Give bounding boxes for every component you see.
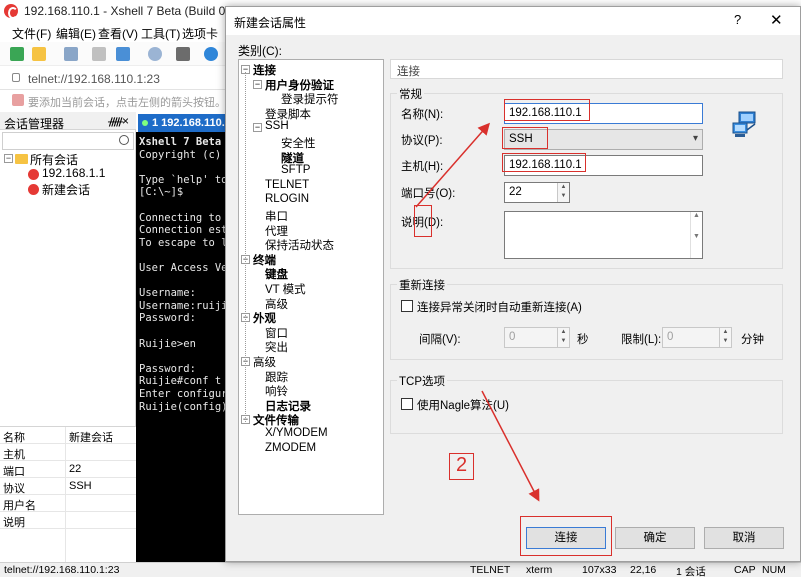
menu-edit[interactable]: 编辑(E) — [56, 25, 96, 42]
terminal-output[interactable]: Xshell 7 Beta (Copyright (c) 2 Type `help… — [136, 132, 231, 562]
terminal-line: Xshell 7 Beta ( — [139, 136, 231, 148]
lock-icon — [12, 73, 20, 82]
toolbar — [0, 42, 230, 66]
status-size: 107x33 — [582, 564, 617, 576]
prop-key: 名称 — [3, 432, 25, 444]
prop-key: 主机 — [3, 449, 25, 461]
session-manager-header: 会话管理器 ᚏ × — [0, 112, 136, 131]
globe-icon[interactable] — [204, 47, 218, 61]
status-position: 22,16 — [630, 564, 657, 576]
status-sessions: 1 会话 — [676, 566, 706, 577]
table-row: 名称 新建会话 — [0, 427, 136, 444]
prop-value: 22 — [69, 463, 82, 475]
terminal-line: Password: — [139, 362, 196, 375]
table-row: 主机 — [0, 444, 136, 461]
session-manager-title: 会话管理器 — [4, 117, 65, 131]
address-bar[interactable]: telnet://192.168.110.1:23 — [0, 66, 230, 90]
status-bar: telnet://192.168.110.1:23 TELNET xterm 1… — [0, 562, 801, 577]
terminal-tab-label: 1 192.168.110.1 — [152, 117, 231, 129]
menu-view[interactable]: 查看(V) — [98, 25, 138, 42]
table-row: 说明 — [0, 512, 136, 529]
terminal-line: Type `help' to — [139, 173, 228, 186]
hint-bar: 要添加当前会话，点击左侧的箭头按钮。 — [0, 90, 230, 110]
bookmark-icon[interactable] — [12, 94, 24, 106]
app-title: 192.168.110.1 - Xshell 7 Beta (Build 004… — [24, 4, 250, 18]
terminal-line: Ruijie#conf t — [139, 375, 222, 388]
new-session-dialog: 新建会话属性 ? ✕ 类别(C): − 连接 − 用户身份验证 登录提示符 登录脚本 − SS… — [225, 6, 801, 562]
session-search-input[interactable] — [2, 132, 134, 150]
prop-key: 端口 — [3, 466, 25, 478]
xshell-logo-icon — [4, 4, 18, 19]
terminal-line: [C:\~]$ — [139, 186, 184, 199]
copy-icon[interactable] — [92, 47, 106, 61]
menubar: 文件(F) 编辑(E) 查看(V) 工具(T) 选项卡(B) — [0, 22, 230, 56]
annotation-arrows — [415, 122, 540, 502]
address-text: telnet://192.168.110.1:23 — [28, 72, 160, 86]
new-session-icon[interactable] — [10, 47, 24, 61]
prop-value: 新建会话 — [69, 432, 113, 444]
search-icon — [119, 135, 129, 145]
status-address: telnet://192.168.110.1:23 — [4, 564, 120, 576]
table-row: 用户名 — [0, 495, 136, 512]
terminal-line: Enter configura — [139, 388, 231, 400]
status-protocol: TELNET — [470, 564, 511, 576]
terminal-line: Username: — [139, 287, 196, 300]
tree-item-session[interactable]: 192.168.1.1 — [42, 166, 105, 180]
hint-text: 要添加当前会话，点击左侧的箭头按钮。 — [28, 97, 226, 109]
terminal-line: Ruijie(config)# — [139, 400, 231, 413]
terminal-line: Copyright (c) 2 — [139, 148, 231, 161]
status-num: NUM — [762, 564, 786, 576]
properties-table: 名称 新建会话 主机 端口 22 协议 SSH 用户名 说明 — [0, 426, 136, 563]
terminal-line: Password: — [139, 312, 196, 325]
terminal-line: To escape to lo — [139, 236, 231, 249]
tree-item-session[interactable]: 新建会话 — [42, 181, 90, 198]
menu-tools[interactable]: 工具(T) — [141, 25, 180, 42]
terminal-line: User Access Ver — [139, 262, 231, 274]
prop-key: 协议 — [3, 483, 25, 495]
prop-value: SSH — [69, 480, 92, 492]
properties-icon[interactable] — [116, 47, 130, 61]
terminal-line: Username:ruijie — [139, 299, 231, 312]
status-dot-icon — [142, 120, 148, 126]
terminal-line: Ruijie>en — [139, 337, 196, 350]
prop-key: 用户名 — [3, 500, 36, 512]
link-icon[interactable] — [64, 47, 78, 61]
status-term: xterm — [526, 564, 553, 576]
prop-key: 说明 — [3, 517, 25, 529]
folder-icon — [15, 154, 28, 164]
close-icon[interactable]: × — [122, 114, 129, 128]
terminal-line: Connecting to 1 — [139, 211, 231, 224]
print-icon[interactable] — [176, 47, 190, 61]
session-icon — [28, 169, 39, 180]
terminal-tabbar: 1 192.168.110.1 — [136, 112, 231, 132]
session-icon — [28, 184, 39, 195]
table-row: 端口 22 — [0, 461, 136, 478]
status-cap: CAP — [734, 564, 756, 576]
terminal-line: Connection esta — [139, 224, 231, 237]
open-folder-icon[interactable] — [32, 47, 46, 61]
search-icon[interactable] — [148, 47, 162, 61]
pin-icon[interactable]: ᚏ — [108, 115, 123, 128]
table-row: 协议 SSH — [0, 478, 136, 495]
terminal-tab[interactable]: 1 192.168.110.1 — [138, 114, 231, 132]
collapse-icon[interactable]: − — [4, 154, 13, 163]
menu-file[interactable]: 文件(F) — [12, 25, 51, 42]
